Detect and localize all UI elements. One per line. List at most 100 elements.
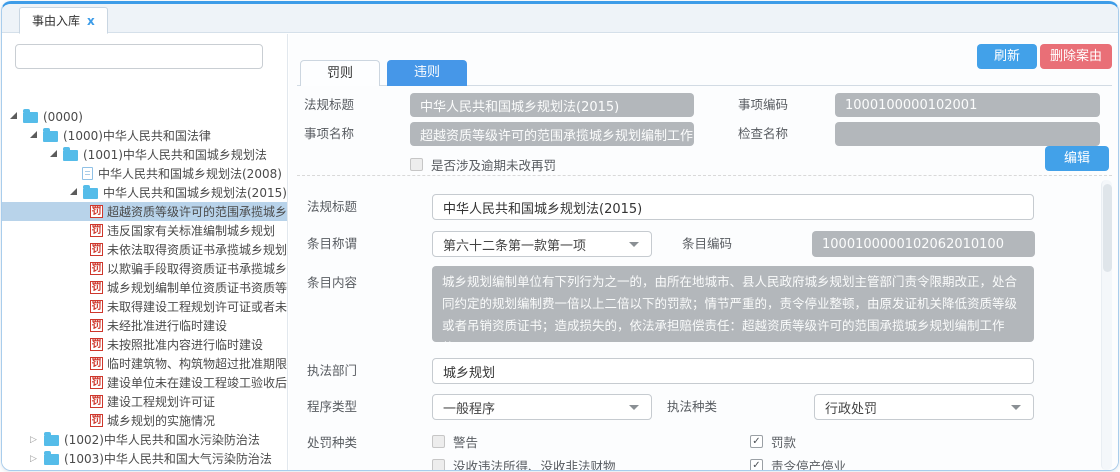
tree-item[interactable]: ▷(1004)中华人民共和国环境噪声污染防治法	[2, 468, 287, 470]
expander-open-icon[interactable]	[70, 188, 77, 195]
penalty-icon: 罚	[90, 414, 103, 427]
tree-item[interactable]: 罚未取得建设工程规划许可证或者未按照	[2, 297, 287, 316]
detail-panel: 刷新 删除案由 罚则 违则 法规标题 中华人民共和国城乡规划法(2015) 事项…	[289, 34, 1118, 470]
tree-item-label: 违反国家有关标准编制城乡规划	[107, 224, 276, 238]
penalty-icon: 罚	[90, 281, 103, 294]
form-scrollbar[interactable]	[1101, 180, 1112, 470]
tab-shiyou-ruku[interactable]: 事由入库 x	[19, 7, 108, 34]
tree-item-label: 中华人民共和国城乡规划法(2015)	[103, 186, 287, 200]
tree-item[interactable]: ▷ (1002)中华人民共和国水污染防治法	[2, 430, 287, 449]
penalty-option-item[interactable]: 没收违法所得、没收非法财物	[432, 456, 616, 471]
tree-item[interactable]: 罚未依法取得资质证书承揽城乡规划编制工作	[2, 240, 287, 259]
penalty-icon: 罚	[90, 262, 103, 275]
enforcement-kind-select[interactable]: 行政处罚	[814, 394, 1034, 420]
checkbox-unchecked[interactable]	[432, 435, 445, 448]
tree-item[interactable]: 罚城乡规划编制单位资质证书资质等级	[2, 278, 287, 297]
tree-item-label: 未依法取得资质证书承揽城乡规划编制工作	[107, 243, 287, 257]
overdue-checkbox-item[interactable]: 是否涉及逾期未改再罚	[410, 155, 556, 174]
clause-code-label: 条目编码	[682, 236, 733, 251]
checkbox-unchecked[interactable]	[432, 459, 445, 470]
tree-item[interactable]: 中华人民共和国城乡规划法(2015)	[2, 183, 287, 202]
penalty-option-label: 责令停产停业	[771, 459, 847, 471]
expander-open-icon[interactable]	[10, 112, 17, 119]
item-name-label: 事项名称	[304, 126, 355, 141]
clause-code-readonly: 1000100000102062010100	[812, 231, 1035, 257]
expander-open-icon[interactable]	[30, 131, 37, 138]
tree-item[interactable]: 罚临时建筑物、构筑物超过批准期限	[2, 354, 287, 373]
detail-law-title-input[interactable]: 中华人民共和国城乡规划法(2015)	[432, 194, 1034, 220]
checkbox-checked[interactable]: ✓	[750, 435, 763, 448]
folder-icon	[23, 109, 38, 123]
tree-item-label: 城乡规划编制单位资质证书资质等级	[107, 281, 287, 295]
tree-search-input[interactable]	[15, 44, 263, 69]
tree-item[interactable]: (0000)	[2, 107, 287, 126]
scrollbar-thumb[interactable]	[1103, 184, 1112, 272]
penalty-icon: 罚	[90, 357, 103, 370]
tree-item[interactable]: 中华人民共和国城乡规划法(2008)	[2, 164, 287, 183]
item-name-readonly: 超越资质等级许可的范围承揽城乡规划编制工作	[410, 122, 694, 146]
item-code-label: 事项编码	[738, 97, 789, 112]
tree-item-label: 建设单位未在建设工程竣工验收后	[107, 376, 287, 390]
refresh-button[interactable]: 刷新	[977, 44, 1037, 69]
penalty-option-item[interactable]: ✓ 罚款	[750, 432, 796, 451]
app-window: 事由入库 x (0000) (1000)中华人民共和国法律 (1001)中华人民共和…	[1, 1, 1119, 471]
tree-item[interactable]: 罚以欺骗手段取得资质证书承揽城乡规划编制工作	[2, 259, 287, 278]
tree-item-label: 中华人民共和国城乡规划法(2008)	[98, 167, 282, 181]
tab-penalty-rules[interactable]: 罚则	[300, 60, 380, 86]
law-tree: (0000) (1000)中华人民共和国法律 (1001)中华人民共和国城乡规划法中…	[2, 107, 287, 470]
tree-item[interactable]: 罚建设单位未在建设工程竣工验收后	[2, 373, 287, 392]
tree-item-label: 临时建筑物、构筑物超过批准期限	[107, 357, 287, 371]
chevron-down-icon	[629, 405, 639, 410]
penalty-option-item[interactable]: ✓ 责令停产停业	[750, 456, 847, 471]
enforcement-dept-input[interactable]: 城乡规划	[432, 358, 1034, 384]
expander-closed-icon[interactable]: ▷	[30, 454, 39, 464]
tab-violation-rules[interactable]: 违则	[387, 60, 467, 86]
edit-button[interactable]: 编辑	[1045, 146, 1109, 171]
chevron-down-icon	[1011, 405, 1021, 410]
clause-title-select[interactable]: 第六十二条第一款第一项	[432, 231, 652, 257]
tree-item[interactable]: 罚超越资质等级许可的范围承揽城乡规划编制工作	[2, 202, 287, 221]
tree-item-label: (1001)中华人民共和国城乡规划法	[83, 148, 267, 162]
tree-item[interactable]: 罚未经批准进行临时建设	[2, 316, 287, 335]
tree-item[interactable]: ▷ (1003)中华人民共和国大气污染防治法	[2, 449, 287, 468]
tree-item-label: (1000)中华人民共和国法律	[63, 129, 211, 143]
expander-closed-icon[interactable]: ▷	[30, 435, 39, 445]
procedure-type-select[interactable]: 一般程序	[432, 394, 652, 420]
penalty-icon: 罚	[90, 205, 103, 218]
close-icon[interactable]: x	[87, 15, 95, 27]
overdue-checkbox[interactable]	[410, 158, 423, 171]
tree-item[interactable]: 罚建设工程规划许可证	[2, 392, 287, 411]
law-title-label: 法规标题	[304, 97, 355, 112]
tree-item[interactable]: 罚违反国家有关标准编制城乡规划	[2, 221, 287, 240]
document-icon	[82, 167, 93, 180]
tree-item[interactable]: 罚城乡规划的实施情况	[2, 411, 287, 430]
tree-item[interactable]: (1000)中华人民共和国法律	[2, 126, 287, 145]
penalty-option-label: 警告	[453, 435, 479, 450]
checkbox-checked[interactable]: ✓	[750, 459, 763, 470]
law-tree-panel: (0000) (1000)中华人民共和国法律 (1001)中华人民共和国城乡规划法中…	[2, 34, 288, 470]
penalty-option-item[interactable]: 警告	[432, 432, 478, 451]
tree-item[interactable]: (1001)中华人民共和国城乡规划法	[2, 145, 287, 164]
expander-open-icon[interactable]	[50, 150, 57, 157]
tree-item[interactable]: 罚未按照批准内容进行临时建设	[2, 335, 287, 354]
delete-cause-button[interactable]: 删除案由	[1040, 44, 1112, 69]
folder-icon	[44, 451, 59, 465]
penalty-option-label: 没收违法所得、没收非法财物	[453, 459, 616, 471]
check-name-readonly	[835, 122, 1100, 146]
enforcement-kind-value: 行政处罚	[825, 401, 878, 417]
check-name-label: 检查名称	[738, 126, 789, 141]
tree-item-label: 未经批准进行临时建设	[107, 319, 228, 333]
